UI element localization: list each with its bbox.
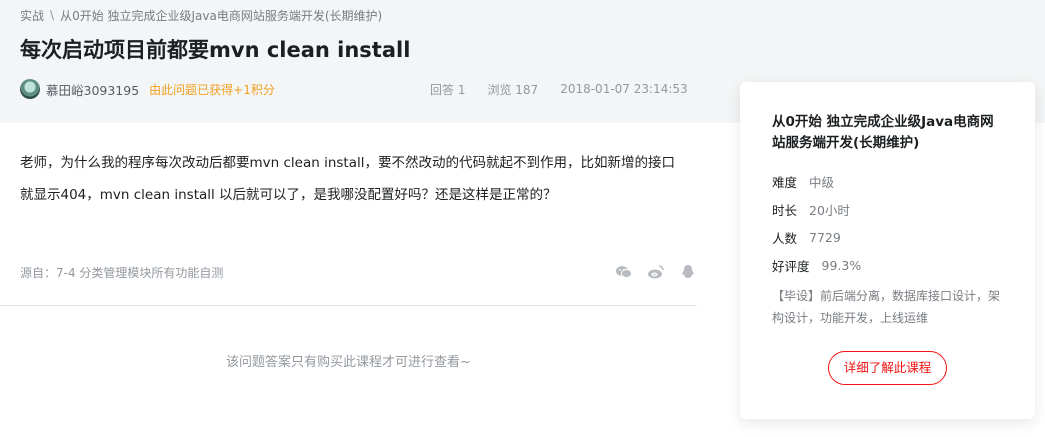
answer-count: 回答 1: [430, 82, 466, 97]
page-title: 每次启动项目前都要mvn clean install: [20, 38, 411, 62]
breadcrumb: 实战 \ 从0开始 独立完成企业级Java电商网站服务端开发(长期维护): [20, 6, 382, 24]
breadcrumb-separator: \: [50, 8, 55, 22]
info-value: 7729: [809, 229, 841, 245]
info-value: 99.3%: [821, 257, 862, 273]
view-count: 浏览 187: [487, 82, 539, 97]
question-source[interactable]: 源自：7-4 分类管理模块所有功能自测: [20, 264, 223, 281]
wechat-icon[interactable]: [615, 263, 633, 281]
source-row: 源自：7-4 分类管理模块所有功能自测: [20, 262, 697, 282]
course-info-difficulty: 难度 中级: [772, 167, 1003, 195]
locked-answer-notice: 该问题答案只有购买此课程才可进行查看~: [226, 355, 471, 370]
points-badge: 由此问题已获得+1积分: [149, 82, 275, 97]
breadcrumb-item-category[interactable]: 实战: [20, 7, 44, 24]
info-label: 人数: [772, 230, 798, 246]
course-card: 从0开始 独立完成企业级Java电商网站服务端开发(长期维护) 难度 中级 时长…: [740, 82, 1035, 419]
course-detail-button[interactable]: 详细了解此课程: [828, 351, 947, 385]
course-info: 难度 中级 时长 20小时 人数 7729 好评度 99.3%: [772, 167, 1003, 279]
question-body: 老师，为什么我的程序每次改动后都要mvn clean install，要不然改动…: [20, 155, 675, 203]
course-description: 【毕设】前后端分离，数据库接口设计，架构设计，功能开发，上线运维: [772, 289, 1001, 325]
info-label: 时长: [772, 202, 798, 218]
course-title[interactable]: 从0开始 独立完成企业级Java电商网站服务端开发(长期维护): [772, 112, 1003, 154]
course-info-rating: 好评度 99.3%: [772, 251, 1003, 279]
info-label: 好评度: [772, 258, 810, 274]
avatar[interactable]: [20, 79, 40, 99]
qq-icon[interactable]: [679, 263, 697, 281]
info-value: 20小时: [809, 202, 850, 218]
course-info-duration: 时长 20小时: [772, 195, 1003, 223]
username[interactable]: 慕田峪3093195: [46, 80, 139, 99]
question-stats: 回答 1 浏览 187 2018-01-07 23:14:53: [430, 78, 710, 100]
divider: [0, 305, 697, 306]
info-value: 中级: [809, 174, 835, 190]
weibo-icon[interactable]: [647, 263, 665, 281]
info-label: 难度: [772, 174, 798, 190]
question-meta: 慕田峪3093195 由此问题已获得+1积分 回答 1 浏览 187 2018-…: [20, 78, 720, 100]
share-icons: [615, 263, 697, 281]
breadcrumb-item-course[interactable]: 从0开始 独立完成企业级Java电商网站服务端开发(长期维护): [60, 7, 382, 24]
course-info-students: 人数 7729: [772, 223, 1003, 251]
post-datetime: 2018-01-07 23:14:53: [560, 82, 688, 96]
